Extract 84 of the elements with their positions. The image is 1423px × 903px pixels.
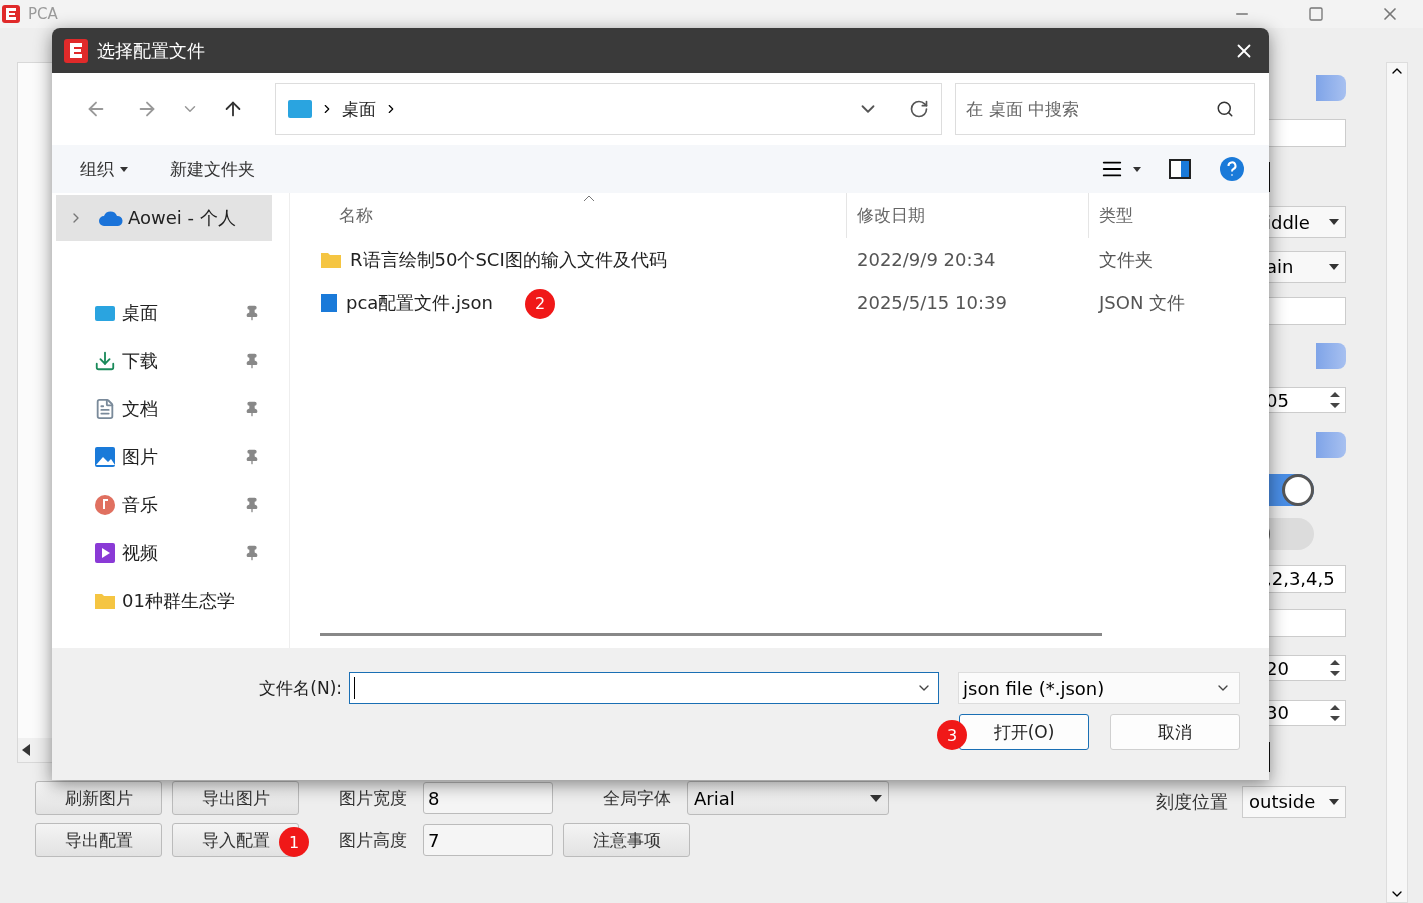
dialog-button[interactable]: 取消	[1110, 714, 1240, 750]
file-name: pca配置文件.json	[346, 290, 493, 315]
toolbar-button[interactable]: 导出配置	[35, 823, 162, 857]
file-row[interactable]: R语言绘制50个SCI图的输入文件及代码 2022/9/9 20:34 文件夹	[320, 238, 1269, 281]
picture-icon	[94, 446, 116, 468]
video-icon	[94, 542, 116, 564]
file-type-dropdown[interactable]: json file (*.json)	[958, 672, 1240, 704]
file-date: 2025/5/15 10:39	[856, 292, 1008, 313]
field-label: 全局字体	[603, 786, 672, 810]
dialog-title: 选择配置文件	[97, 38, 206, 63]
step-badge: 1	[279, 827, 309, 857]
panel-tab[interactable]	[1316, 432, 1346, 459]
toolbar-button[interactable]: 刷新图片	[35, 781, 162, 815]
toolbar-button[interactable]: 导出图片	[172, 781, 299, 815]
caret-icon	[1329, 219, 1339, 226]
maximize-icon[interactable]	[1308, 6, 1324, 22]
sidebar-item[interactable]: 桌面	[56, 289, 272, 337]
command-button[interactable]: 组织	[80, 157, 128, 181]
desktop-icon	[288, 100, 312, 118]
caret-icon	[870, 794, 882, 802]
sidebar-item[interactable]: 视频	[56, 529, 272, 577]
pin-icon	[244, 353, 260, 369]
caret-icon	[1329, 263, 1339, 270]
sidebar-item[interactable]: Aowei - 个人	[56, 195, 272, 241]
file-type: JSON 文件	[1097, 290, 1187, 315]
document-icon	[94, 398, 116, 420]
pin-icon	[244, 497, 260, 513]
field-label: 图片高度	[339, 828, 408, 852]
dropdown[interactable]: outside	[1242, 785, 1346, 818]
step-badge: 2	[525, 288, 555, 319]
app-title: PCA	[28, 5, 59, 23]
filename-field[interactable]	[349, 672, 939, 704]
pin-icon	[244, 545, 260, 561]
download-icon	[94, 350, 116, 372]
file-icon	[320, 292, 338, 313]
file-type: 文件夹	[1098, 247, 1154, 272]
pin-icon	[244, 449, 260, 465]
field-label: 刻度位置	[1156, 789, 1228, 814]
refresh-icon[interactable]	[909, 99, 930, 119]
text-field[interactable]	[1266, 609, 1346, 638]
file-name: R语言绘制50个SCI图的输入文件及代码	[350, 247, 667, 272]
filename-label: 文件名(N):	[258, 676, 342, 700]
sort-icon	[583, 195, 595, 202]
folder-icon	[320, 250, 342, 269]
step-badge: 3	[937, 720, 967, 750]
caret-icon	[120, 166, 128, 172]
sidebar-item[interactable]: 下载	[56, 337, 272, 385]
help-icon[interactable]	[1219, 156, 1245, 182]
panel-tab[interactable]	[1316, 342, 1346, 369]
sidebar-item[interactable]: 音乐	[56, 481, 272, 529]
cloud-icon	[98, 209, 124, 227]
pin-icon	[244, 305, 260, 321]
command-button[interactable]: 新建文件夹	[170, 157, 255, 181]
scroll-left-icon[interactable]	[22, 744, 30, 756]
sidebar-item[interactable]: 01种群生态学	[56, 577, 272, 625]
search-icon	[1216, 100, 1234, 118]
column-header[interactable]: 修改日期	[847, 193, 1089, 238]
font-dropdown[interactable]: Arial	[687, 781, 889, 815]
pin-icon	[244, 401, 260, 417]
address-bar[interactable]: 桌面	[275, 83, 943, 135]
dialog-button[interactable]: 打开(O)	[959, 714, 1089, 750]
app-logo	[64, 38, 88, 63]
spin-field[interactable]: 30	[1266, 699, 1346, 726]
sidebar-item[interactable]: 文档	[56, 385, 272, 433]
preview-pane-icon[interactable]	[1169, 159, 1191, 179]
folder-icon	[94, 592, 116, 610]
column-header[interactable]: 名称	[320, 193, 847, 238]
file-date: 2022/9/9 20:34	[856, 249, 997, 270]
search-field[interactable]: 在 桌面 中搜索	[955, 83, 1255, 135]
caret-icon	[1329, 798, 1339, 805]
caret-icon[interactable]	[1133, 166, 1141, 172]
breadcrumb-item[interactable]: 桌面	[342, 97, 376, 121]
field-label: 图片宽度	[339, 786, 408, 810]
text-field[interactable]: ,2,3,4,5	[1266, 564, 1346, 593]
sidebar-item[interactable]: 图片	[56, 433, 272, 481]
music-icon	[94, 494, 116, 516]
column-header[interactable]: 类型	[1089, 193, 1269, 238]
file-row[interactable]: pca配置文件.json 2 2025/5/15 10:39 JSON 文件	[320, 281, 1269, 324]
text-field[interactable]: 8	[423, 782, 553, 814]
toolbar-button[interactable]: 注意事项	[563, 823, 690, 857]
panel-tab[interactable]	[1316, 75, 1346, 102]
text-field[interactable]	[1266, 118, 1346, 147]
text-field[interactable]	[1266, 297, 1346, 326]
text-field[interactable]: 7	[423, 824, 553, 856]
